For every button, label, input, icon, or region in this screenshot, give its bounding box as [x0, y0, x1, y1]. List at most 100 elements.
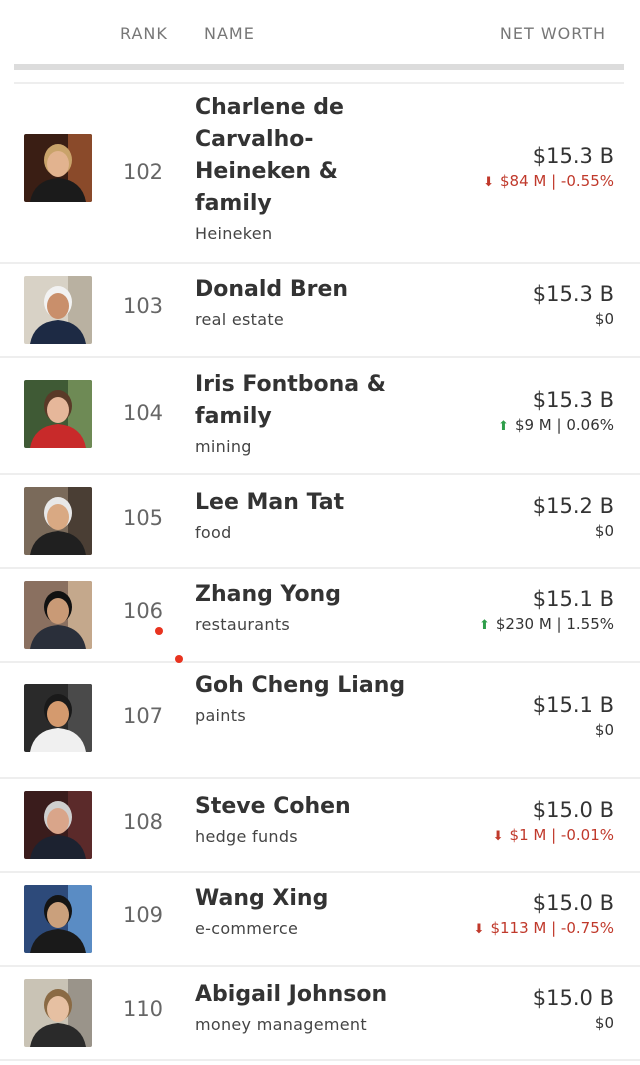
net-worth-change: $0	[533, 310, 614, 328]
net-worth-cell: $15.3 B $0	[533, 282, 614, 328]
rank-value: 109	[122, 903, 164, 927]
net-worth-value: $15.0 B	[532, 986, 614, 1010]
table-row[interactable]: 103 Donald Bren real estate $15.3 B $0	[0, 264, 640, 358]
table-row[interactable]: 110 Abigail Johnson money management $15.0 …	[0, 967, 640, 1061]
table-row[interactable]: 106 Zhang Yong restaurants $15.1 B ⬆ $230 M |…	[0, 569, 640, 663]
name-cell: Lee Man Tat food	[195, 487, 415, 542]
table-row[interactable]: 104 Iris Fontbona & family mining $15.3 B ⬆ $…	[0, 358, 640, 475]
change-text: $0	[594, 1014, 614, 1032]
net-worth-change: ⬇ $113 M | -0.75%	[474, 919, 614, 937]
arrow-down-icon: ⬇	[483, 175, 494, 190]
avatar	[24, 581, 92, 649]
avatar	[24, 885, 92, 953]
change-text: $113 M | -0.75%	[490, 919, 614, 937]
net-worth-value: $15.1 B	[532, 693, 614, 717]
avatar	[24, 134, 92, 202]
net-worth-value: $15.0 B	[532, 798, 614, 822]
table-header: RANK NAME NET WORTH	[0, 0, 640, 70]
net-worth-cell: $15.0 B $0	[533, 986, 614, 1032]
person-name-link[interactable]: Steve Cohen	[195, 791, 415, 823]
name-cell: Wang Xing e-commerce	[195, 883, 415, 938]
net-worth-change: ⬇ $84 M | -0.55%	[483, 172, 614, 190]
person-name-link[interactable]: Abigail Johnson	[195, 979, 415, 1011]
rank-column-header[interactable]: RANK	[120, 24, 168, 43]
rank-value: 105	[122, 506, 164, 530]
avatar	[24, 487, 92, 555]
arrow-up-icon: ⬆	[498, 419, 509, 434]
change-text: $0	[594, 522, 614, 540]
avatar	[24, 979, 92, 1047]
table-row[interactable]: 109 Wang Xing e-commerce $15.0 B ⬇ $113 M | -…	[0, 873, 640, 967]
person-name-link[interactable]: Goh Cheng Liang	[195, 670, 415, 702]
indicator-dot	[155, 627, 163, 635]
net-worth-cell: $15.3 B ⬆ $9 M | 0.06%	[498, 388, 614, 434]
rank-value: 110	[122, 997, 164, 1021]
avatar	[24, 276, 92, 344]
person-name-link[interactable]: Donald Bren	[195, 274, 415, 306]
table-row[interactable]: 105 Lee Man Tat food $15.2 B $0	[0, 475, 640, 569]
person-name-link[interactable]: Wang Xing	[195, 883, 415, 915]
net-worth-value: $15.3 B	[532, 388, 614, 412]
wealth-source: restaurants	[195, 615, 291, 634]
net-worth-cell: $15.1 B ⬆ $230 M | 1.55%	[479, 587, 614, 633]
rank-value: 107	[122, 704, 164, 728]
table-row[interactable]: 107 Goh Cheng Liang paints $15.1 B $0	[0, 663, 640, 779]
net-worth-value: $15.3 B	[532, 144, 614, 168]
net-worth-column-header[interactable]: NET WORTH	[500, 24, 606, 43]
net-worth-change: ⬇ $1 M | -0.01%	[493, 826, 614, 844]
name-cell: Steve Cohen hedge funds	[195, 791, 415, 846]
net-worth-cell: $15.0 B ⬇ $1 M | -0.01%	[493, 798, 614, 844]
avatar	[24, 380, 92, 448]
arrow-down-icon: ⬇	[492, 829, 504, 844]
arrow-down-icon: ⬇	[473, 922, 485, 937]
change-text: $9 M | 0.06%	[514, 416, 614, 434]
name-cell: Charlene de Carvalho-Heineken & family He…	[195, 92, 415, 243]
net-worth-change: ⬆ $230 M | 1.55%	[479, 615, 614, 633]
change-text: $1 M | -0.01%	[509, 826, 614, 844]
net-worth-cell: $15.0 B ⬇ $113 M | -0.75%	[474, 891, 614, 937]
change-text: $84 M | -0.55%	[500, 172, 614, 190]
rank-value: 102	[122, 160, 164, 184]
rank-value: 106	[122, 599, 164, 623]
person-name-link[interactable]: Iris Fontbona & family	[195, 369, 415, 433]
net-worth-value: $15.0 B	[532, 891, 614, 915]
avatar	[24, 791, 92, 859]
net-worth-change: $0	[533, 721, 614, 739]
person-name-link[interactable]: Charlene de Carvalho-Heineken & family	[195, 92, 415, 220]
indicator-dot	[175, 655, 183, 663]
net-worth-value: $15.2 B	[532, 494, 614, 518]
rank-value: 104	[122, 401, 164, 425]
name-column-header[interactable]: NAME	[204, 24, 255, 43]
change-text: $230 M | 1.55%	[495, 615, 614, 633]
wealth-source: mining	[195, 437, 252, 456]
change-text: $0	[594, 310, 614, 328]
person-name-link[interactable]: Zhang Yong	[195, 579, 415, 611]
table-row[interactable]: 108 Steve Cohen hedge funds $15.0 B ⬇ $1 M | …	[0, 779, 640, 873]
arrow-up-icon: ⬆	[478, 618, 490, 633]
wealth-source: real estate	[195, 310, 285, 329]
rank-value: 103	[122, 294, 164, 318]
wealth-source: food	[195, 523, 232, 542]
wealth-source: money management	[195, 1015, 367, 1034]
name-cell: Zhang Yong restaurants	[195, 579, 415, 634]
net-worth-change: $0	[533, 522, 614, 540]
wealth-source: e-commerce	[195, 919, 299, 938]
change-text: $0	[594, 721, 614, 739]
net-worth-cell: $15.2 B $0	[533, 494, 614, 540]
header-divider	[14, 64, 624, 70]
avatar	[24, 684, 92, 752]
wealth-source: Heineken	[195, 224, 273, 243]
rank-value: 108	[122, 810, 164, 834]
name-cell: Goh Cheng Liang paints	[195, 670, 415, 725]
net-worth-change: ⬆ $9 M | 0.06%	[498, 416, 614, 434]
name-cell: Donald Bren real estate	[195, 274, 415, 329]
wealth-source: hedge funds	[195, 827, 298, 846]
name-cell: Iris Fontbona & family mining	[195, 369, 415, 456]
net-worth-value: $15.1 B	[532, 587, 614, 611]
net-worth-cell: $15.1 B $0	[533, 693, 614, 739]
net-worth-change: $0	[533, 1014, 614, 1032]
net-worth-cell: $15.3 B ⬇ $84 M | -0.55%	[483, 144, 614, 190]
billionaire-list: 102 Charlene de Carvalho-Heineken & famil…	[0, 84, 640, 1061]
table-row[interactable]: 102 Charlene de Carvalho-Heineken & famil…	[0, 84, 640, 264]
person-name-link[interactable]: Lee Man Tat	[195, 487, 415, 519]
